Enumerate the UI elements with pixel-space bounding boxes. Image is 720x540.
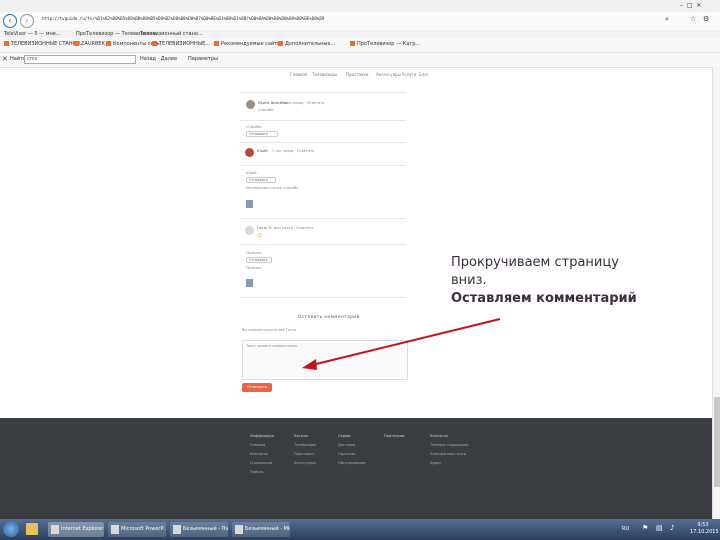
clock-date: 17.10.2015 <box>690 529 719 535</box>
start-button[interactable] <box>3 521 19 537</box>
taskbar-item-2[interactable]: Microsoft PowerP... <box>108 522 166 537</box>
taskbar-item-4[interactable]: Безымянный - Micr... <box>232 522 290 537</box>
annotation-line-3: Оставляем комментарий <box>451 291 637 306</box>
annotation-line-1: Прокручиваем страницу <box>451 255 619 270</box>
folder-icon[interactable] <box>26 523 38 535</box>
network-icon[interactable]: ▤ <box>656 525 663 532</box>
taskbar-item-1[interactable]: Internet Explorer <box>48 522 104 537</box>
arrow-head-icon <box>302 359 317 370</box>
arrow-line <box>311 318 501 366</box>
clock[interactable]: 9:53 17.10.2015 <box>690 522 719 536</box>
annotation-line-2: вниз. <box>451 273 487 288</box>
language-indicator[interactable]: RU <box>622 526 629 533</box>
taskbar-item-3[interactable]: Безымянный - Пэи... <box>170 522 228 537</box>
clock-time: 9:53 <box>697 522 709 528</box>
flag-icon[interactable]: ⚑ <box>642 525 648 532</box>
taskbar: Internet Explorer Microsoft PowerP... Бе… <box>0 519 720 540</box>
annotation-text: Прокручиваем страницу вниз. Оставляем ко… <box>451 254 691 308</box>
volume-icon[interactable]: ♪ <box>670 525 674 532</box>
